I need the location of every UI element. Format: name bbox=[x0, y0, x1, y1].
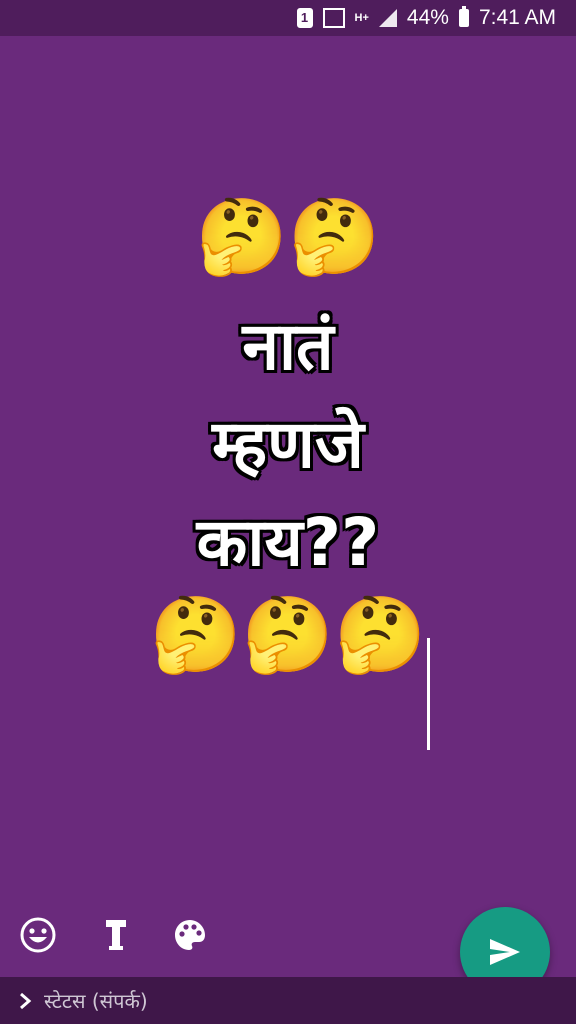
status-bar: 1 H+ 44% 7:41 AM bbox=[0, 0, 576, 36]
clock: 7:41 AM bbox=[478, 6, 556, 29]
send-icon bbox=[490, 939, 520, 965]
text-format-icon[interactable] bbox=[94, 913, 138, 957]
status-audience-bar[interactable]: स्टेटस (संपर्क) bbox=[0, 977, 576, 1024]
text-cursor bbox=[427, 638, 430, 750]
status-text-line-3: काय?? bbox=[196, 504, 380, 581]
image-notification-icon bbox=[322, 8, 345, 28]
smiley-icon[interactable] bbox=[16, 913, 60, 957]
palette-icon[interactable] bbox=[168, 913, 212, 957]
status-text-line-2: म्हणजे bbox=[212, 406, 364, 483]
battery-icon bbox=[458, 6, 469, 27]
audience-label: स्टेटस (संपर्क) bbox=[44, 989, 148, 1013]
sim-badge-icon: 1 bbox=[296, 8, 313, 28]
status-text-line-1: नातं bbox=[242, 308, 334, 385]
emoji-top: 🤔🤔 bbox=[195, 194, 381, 280]
battery-percent: 44% bbox=[406, 6, 449, 29]
chevron-right-icon bbox=[20, 992, 32, 1009]
network-type: H+ bbox=[354, 12, 369, 24]
signal-icon bbox=[378, 9, 397, 27]
status-text-editor[interactable]: 🤔🤔 नातं म्हणजे काय?? 🤔🤔🤔 bbox=[0, 200, 576, 672]
emoji-bottom: 🤔🤔🤔 bbox=[149, 592, 427, 678]
